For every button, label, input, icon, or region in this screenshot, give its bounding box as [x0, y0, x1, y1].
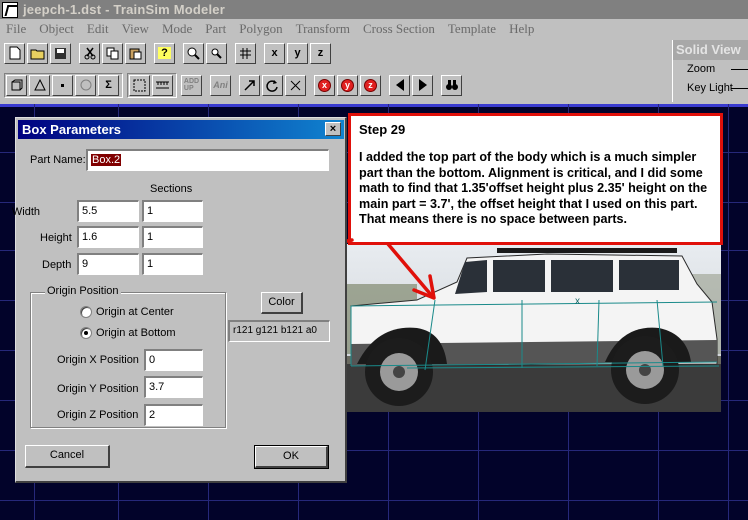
origin-z-field[interactable]: 2	[144, 404, 203, 426]
width-sections-field[interactable]: 1	[142, 200, 203, 222]
origin-x-label: Origin X Position	[57, 354, 139, 366]
origin-bottom-label[interactable]: Origin at Bottom	[96, 327, 175, 339]
dialog-titlebar[interactable]: Box Parameters ×	[18, 120, 344, 139]
origin-y-field[interactable]: 3.7	[144, 376, 203, 398]
height-field[interactable]: 1.6	[77, 226, 139, 248]
sections-label: Sections	[150, 183, 193, 195]
ok-button[interactable]: OK	[254, 445, 329, 469]
origin-z-label: Origin Z Position	[57, 409, 139, 421]
width-label: Width	[11, 206, 40, 218]
origin-center-label[interactable]: Origin at Center	[96, 306, 174, 318]
origin-x-field[interactable]: 0	[144, 349, 203, 371]
height-label: Height	[40, 232, 72, 244]
depth-field[interactable]: 9	[77, 253, 139, 275]
cancel-button[interactable]: Cancel	[25, 445, 110, 468]
origin-position-label: Origin Position	[45, 285, 121, 297]
origin-bottom-radio[interactable]	[80, 327, 92, 339]
part-name-field[interactable]: Box.2	[86, 149, 329, 171]
box-parameters-dialog: Box Parameters × Part Name: Box.2 Sectio…	[11, 117, 347, 483]
arrow-to-photo	[386, 242, 434, 298]
part-name-value: Box.2	[91, 154, 122, 166]
depth-label: Depth	[42, 259, 72, 271]
depth-sections-field[interactable]: 1	[142, 253, 203, 275]
color-value-field: r121 g121 b121 a0	[228, 320, 330, 342]
part-name-label: Part Name:	[30, 154, 86, 166]
origin-y-label: Origin Y Position	[57, 383, 139, 395]
color-button[interactable]: Color	[261, 292, 303, 314]
dialog-title: Box Parameters	[22, 122, 121, 137]
dialog-close-button[interactable]: ×	[325, 122, 341, 136]
origin-center-radio[interactable]	[80, 306, 92, 318]
width-field[interactable]: 5.5	[77, 200, 139, 222]
height-sections-field[interactable]: 1	[142, 226, 203, 248]
